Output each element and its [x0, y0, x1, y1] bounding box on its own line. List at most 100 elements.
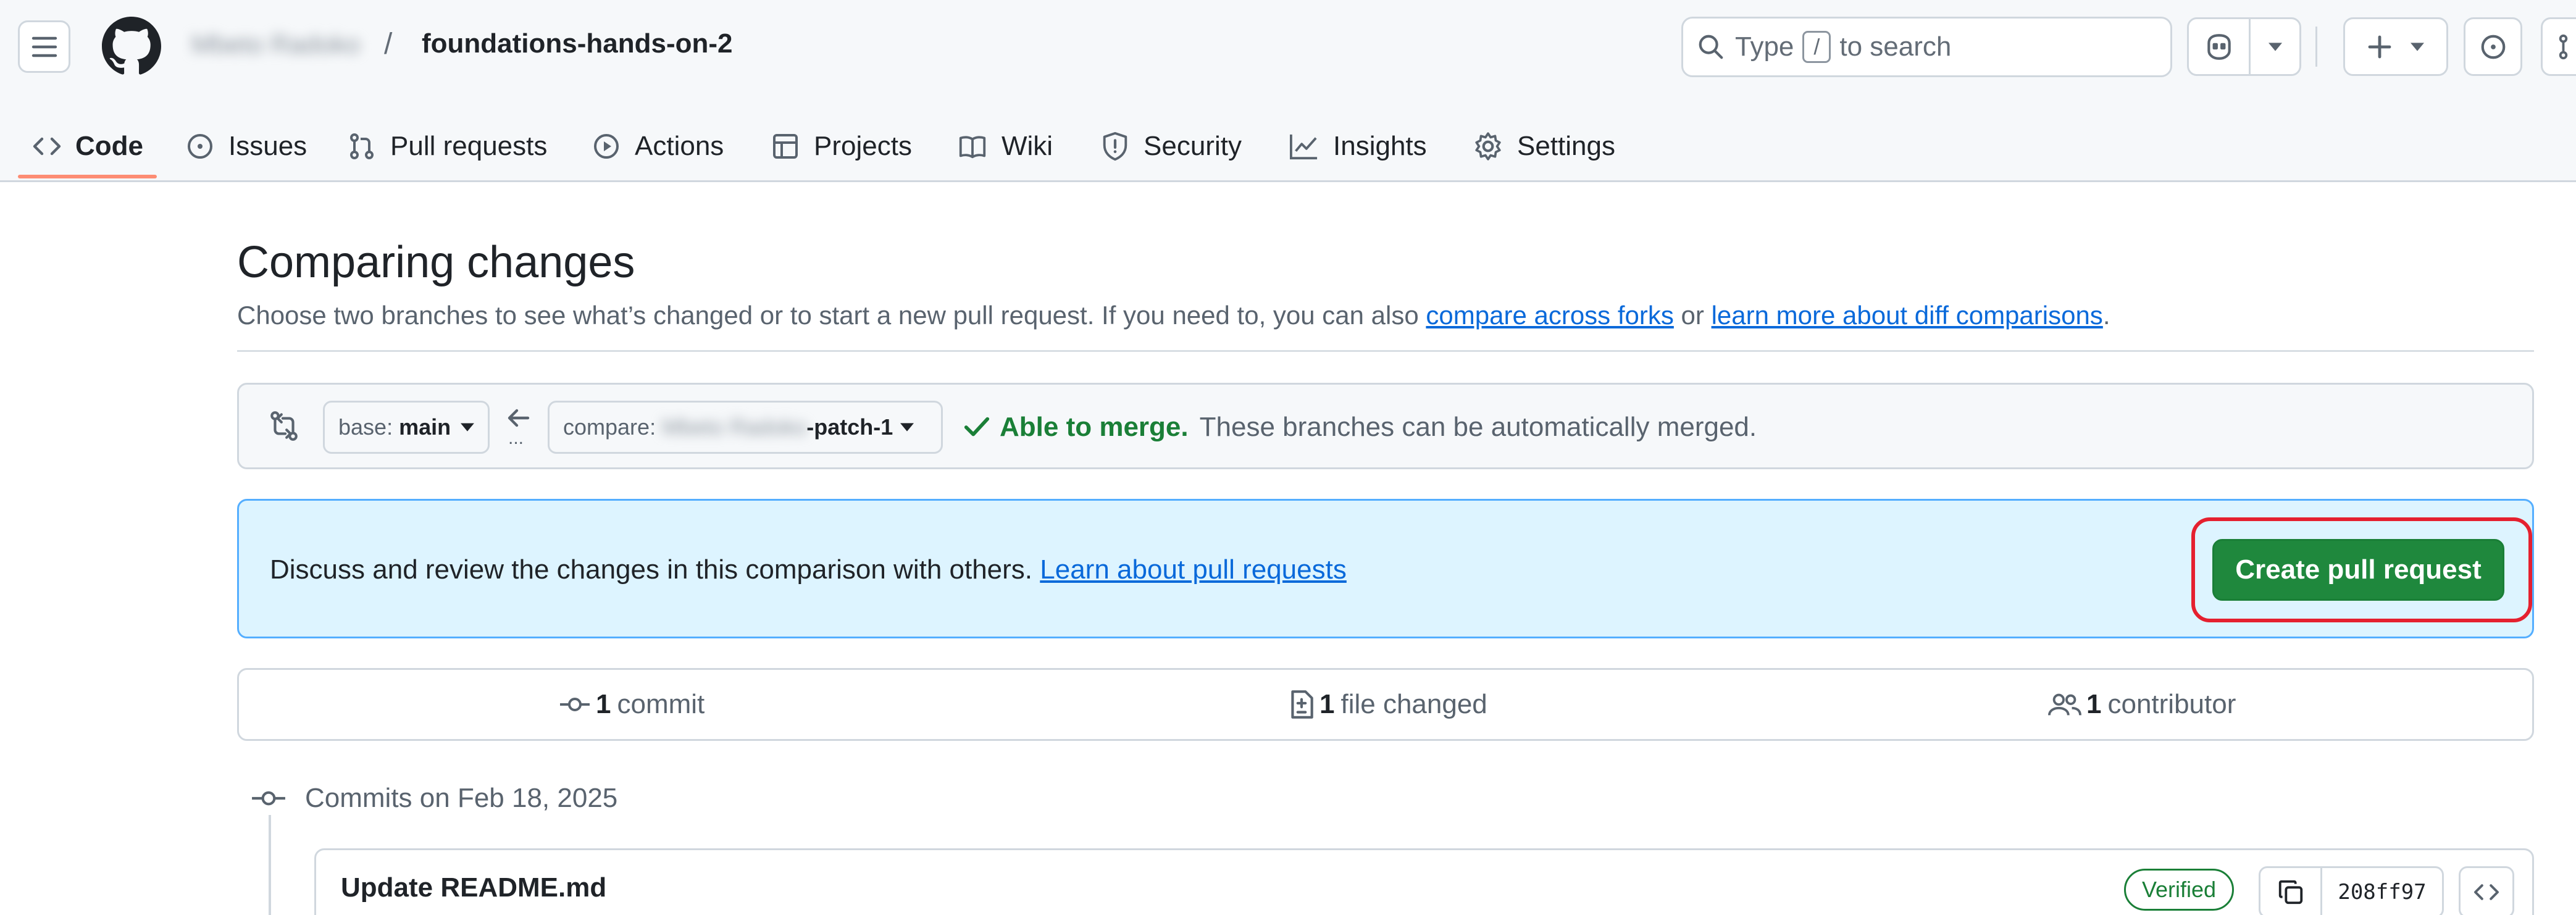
tab-label: Actions: [635, 130, 724, 161]
code-icon: [33, 137, 61, 155]
github-logo-icon[interactable]: [102, 17, 161, 76]
search-shortcut-key: /: [1802, 31, 1831, 63]
code-icon: [2474, 884, 2499, 900]
commits-date-heading: Commits on Feb 18, 2025: [305, 783, 618, 813]
verified-badge[interactable]: Verified: [2124, 869, 2235, 911]
compare-flash-banner: Discuss and review the changes in this c…: [237, 499, 2534, 638]
compare-prefix: compare:: [563, 414, 656, 440]
search-icon: [1699, 35, 1723, 59]
tab-label: Pull requests: [390, 130, 548, 161]
tab-label: Settings: [1517, 130, 1615, 161]
commit-title-link[interactable]: Update README.md: [341, 872, 606, 903]
issue-opened-icon: [188, 133, 212, 159]
tab-insights[interactable]: Insights: [1289, 110, 1427, 182]
commit-sha-group: 208ff97: [2259, 866, 2444, 915]
graph-icon: [1290, 134, 1318, 159]
tab-projects[interactable]: Projects: [771, 110, 912, 182]
git-commit-icon: [251, 789, 286, 808]
tab-label: Code: [75, 130, 143, 161]
table-icon: [773, 133, 798, 159]
repo-name-link[interactable]: foundations-hands-on-2: [422, 28, 733, 59]
search-suffix: to search: [1839, 31, 1952, 62]
git-compare-icon[interactable]: [269, 409, 299, 443]
tab-security[interactable]: Security: [1100, 110, 1242, 182]
create-new-button[interactable]: [2343, 17, 2448, 76]
search-prefix: Type: [1735, 31, 1794, 62]
comparison-stats: 1 commit 1 file changed 1 contributor: [237, 668, 2534, 741]
merge-status: Able to merge. These branches can be aut…: [963, 412, 1757, 443]
tab-settings[interactable]: Settings: [1473, 110, 1615, 182]
range-ellipsis: ...: [508, 428, 524, 448]
file-diff-icon: [1291, 690, 1313, 719]
tab-label: Issues: [228, 130, 307, 161]
files-count: 1: [1319, 689, 1335, 719]
tab-code[interactable]: Code: [32, 110, 143, 182]
flash-message: Discuss and review the changes in this c…: [270, 554, 1347, 585]
chevron-down-icon: [2411, 42, 2424, 51]
files-changed-stat[interactable]: 1 file changed: [1289, 670, 1487, 739]
subtitle-period: .: [2102, 301, 2110, 330]
contributors-label: contributor: [2107, 689, 2236, 719]
contributors-count: 1: [2086, 689, 2102, 719]
tab-issues[interactable]: Issues: [185, 110, 307, 182]
pull-requests-button[interactable]: [2541, 17, 2576, 76]
tab-label: Wiki: [1002, 130, 1053, 161]
merge-status-detail: These branches can be automatically merg…: [1199, 412, 1757, 442]
commit-sha-link[interactable]: 208ff97: [2322, 880, 2442, 905]
tab-label: Projects: [814, 130, 912, 161]
top-bar: Mbeto Radoko / foundations-hands-on-2 Ty…: [0, 0, 2576, 93]
shield-icon: [1103, 132, 1127, 161]
caret-down-icon: [900, 423, 914, 432]
base-prefix: base:: [338, 414, 393, 440]
contributors-stat[interactable]: 1 contributor: [2048, 670, 2236, 739]
play-icon: [594, 133, 619, 159]
copilot-button[interactable]: [2187, 17, 2301, 76]
base-branch-button[interactable]: base: main: [323, 401, 490, 454]
hamburger-icon: [31, 36, 57, 57]
timeline-line: [269, 815, 271, 915]
subtitle-text: Choose two branches to see what’s change…: [237, 301, 1419, 330]
files-label: file changed: [1340, 689, 1487, 719]
copy-icon: [2278, 880, 2302, 905]
search-input[interactable]: Type / to search: [1681, 17, 2172, 77]
tab-label: Insights: [1333, 130, 1427, 161]
tab-wiki[interactable]: Wiki: [957, 110, 1053, 182]
repo-owner[interactable]: Mbeto Radoko: [191, 30, 360, 59]
commits-count: 1: [596, 689, 611, 719]
flash-text: Discuss and review the changes in this c…: [270, 554, 1033, 585]
git-commit-icon: [560, 698, 590, 711]
create-pull-request-button[interactable]: Create pull request: [2212, 539, 2504, 601]
browse-repo-button[interactable]: [2459, 866, 2514, 915]
app-header: Mbeto Radoko / foundations-hands-on-2 Ty…: [0, 0, 2576, 182]
subtitle-connector: or: [1681, 301, 1704, 330]
page-subtitle: Choose two branches to see what’s change…: [237, 301, 2110, 330]
check-icon: [964, 417, 990, 437]
people-icon: [2048, 693, 2081, 716]
book-icon: [959, 135, 986, 158]
caret-down-icon: [461, 423, 474, 432]
tab-pull-requests[interactable]: Pull requests: [347, 110, 547, 182]
issues-button[interactable]: [2464, 17, 2522, 76]
compare-branch-name: -patch-1: [806, 414, 893, 440]
plus-icon: [2368, 35, 2391, 58]
commits-group-header: Commits on Feb 18, 2025: [251, 783, 617, 814]
page-title: Comparing changes: [237, 238, 635, 287]
toolbar-divider: [2315, 27, 2317, 67]
base-branch-name: main: [399, 414, 451, 440]
commit-list-item: Update README.md Verified 208ff97: [314, 848, 2534, 915]
divider: [237, 350, 2534, 352]
learn-pull-requests-link[interactable]: Learn about pull requests: [1040, 554, 1347, 585]
hamburger-menu-button[interactable]: [18, 20, 70, 73]
tab-label: Security: [1144, 130, 1242, 161]
learn-diff-comparisons-link[interactable]: learn more about diff comparisons: [1712, 301, 2103, 330]
compare-across-forks-link[interactable]: compare across forks: [1426, 301, 1673, 330]
tab-actions[interactable]: Actions: [592, 110, 724, 182]
commits-stat[interactable]: 1 commit: [559, 670, 705, 739]
active-tab-indicator: [18, 175, 157, 178]
merge-status-label: Able to merge.: [1000, 412, 1189, 442]
compare-branch-button[interactable]: compare: Mbeto Radoko -patch-1: [548, 401, 943, 454]
arrow-left-icon: [508, 409, 530, 427]
copy-sha-button[interactable]: [2260, 868, 2322, 915]
chevron-down-icon: [2268, 42, 2282, 51]
range-editor: base: main ... compare: Mbeto Radoko -pat…: [237, 383, 2534, 469]
